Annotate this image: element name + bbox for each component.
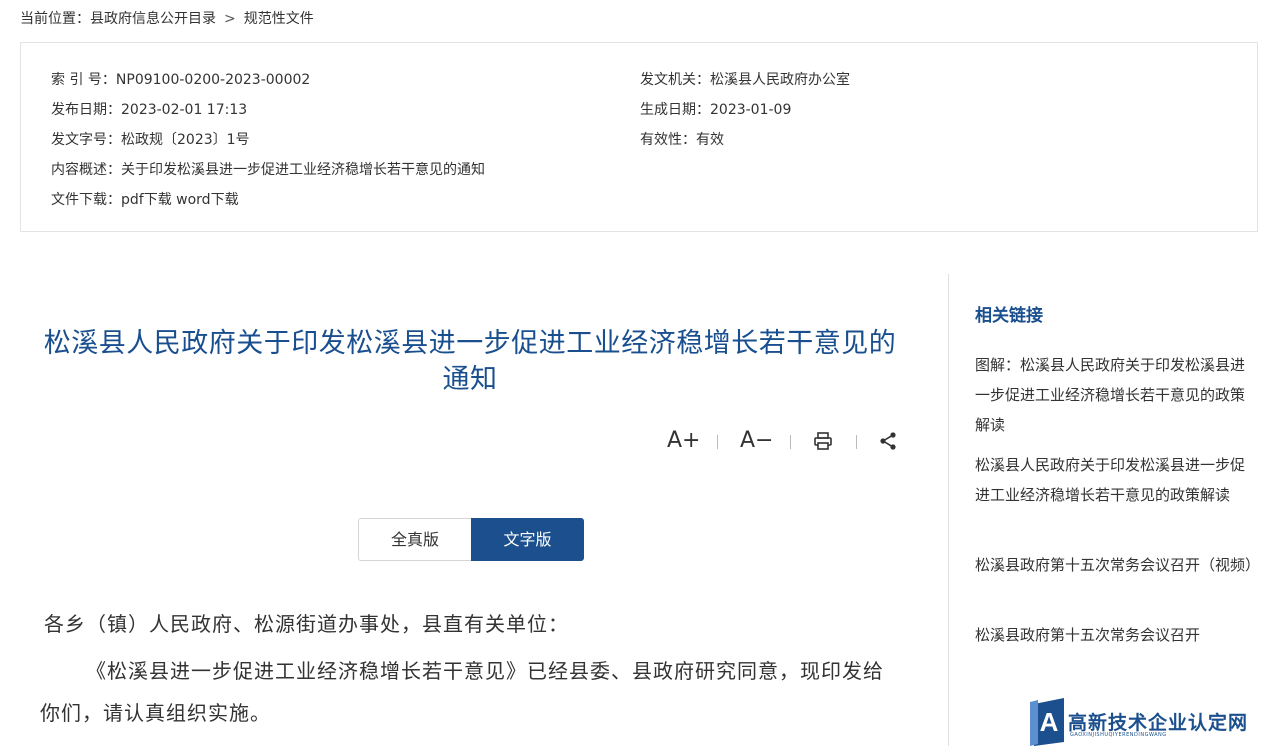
version-toggle: 全真版 文字版 xyxy=(358,518,584,561)
meta-issuer: 发文机关：松溪县人民政府办公室 xyxy=(640,69,850,89)
watermark-subtext: GAOXINJISHUQIYERENDINGWANG xyxy=(1070,732,1167,738)
breadcrumb: 当前位置：县政府信息公开目录 > 规范性文件 xyxy=(20,8,314,28)
meta-doc-number-value: 松政规〔2023〕1号 xyxy=(121,132,250,148)
watermark-logo: A 高新技术企业认定网 GAOXINJISHUQIYERENDINGWANG xyxy=(1030,696,1276,746)
article-title: 松溪县人民政府关于印发松溪县进一步促进工业经济稳增长若干意见的通知 xyxy=(43,328,897,395)
meta-download: 文件下载：pdf下载 word下载 xyxy=(51,189,239,209)
related-link[interactable]: 松溪县政府第十五次常务会议召开 xyxy=(975,620,1253,650)
text-version-button[interactable]: 文字版 xyxy=(471,518,584,561)
font-decrease-button[interactable]: A− xyxy=(740,428,773,453)
meta-index-value: NP09100-0200-2023-00002 xyxy=(115,72,311,88)
related-links-title: 相关链接 xyxy=(975,306,1043,326)
print-button[interactable] xyxy=(813,431,833,457)
meta-index: 索 引 号：NP09100-0200-2023-00002 xyxy=(51,69,310,89)
article-paragraph: 《松溪县进一步促进工业经济稳增长若干意见》已经县委、县政府研究同意，现印发给你们… xyxy=(40,659,884,725)
meta-download-label: 文件下载： xyxy=(51,192,121,208)
meta-create-date: 生成日期：2023-01-09 xyxy=(640,99,791,119)
meta-publish-date-label: 发布日期： xyxy=(51,102,121,118)
meta-validity-label: 有效性： xyxy=(640,132,696,148)
watermark-text: 高新技术企业认定网 xyxy=(1068,712,1249,734)
meta-summary-value: 关于印发松溪县进一步促进工业经济稳增长若干意见的通知 xyxy=(121,162,485,178)
breadcrumb-item-normative-docs[interactable]: 规范性文件 xyxy=(244,11,314,27)
toolbar-divider xyxy=(856,435,857,449)
meta-summary-label: 内容概述： xyxy=(51,162,121,178)
meta-create-date-label: 生成日期： xyxy=(640,102,710,118)
logo-mark-icon: A xyxy=(1030,698,1064,746)
breadcrumb-label: 当前位置： xyxy=(20,11,90,27)
meta-summary: 内容概述：关于印发松溪县进一步促进工业经济稳增长若干意见的通知 xyxy=(51,159,485,179)
meta-index-label: 索 引 号： xyxy=(51,72,116,88)
meta-validity: 有效性：有效 xyxy=(640,129,724,149)
sidebar-divider xyxy=(948,274,949,746)
word-download-link[interactable]: word下载 xyxy=(176,192,238,208)
related-link[interactable]: 松溪县政府第十五次常务会议召开（视频） xyxy=(975,550,1260,580)
breadcrumb-separator: > xyxy=(224,11,236,27)
toolbar-divider xyxy=(717,435,718,449)
full-version-button[interactable]: 全真版 xyxy=(358,518,471,561)
meta-issuer-value: 松溪县人民政府办公室 xyxy=(710,72,850,88)
meta-doc-number: 发文字号：松政规〔2023〕1号 xyxy=(51,129,250,149)
meta-issuer-label: 发文机关： xyxy=(640,72,710,88)
pdf-download-link[interactable]: pdf下载 xyxy=(121,192,172,208)
toolbar-divider xyxy=(790,435,791,449)
related-link[interactable]: 松溪县人民政府关于印发松溪县进一步促进工业经济稳增长若干意见的政策解读 xyxy=(975,450,1253,510)
related-link[interactable]: 图解：松溪县人民政府关于印发松溪县进一步促进工业经济稳增长若干意见的政策解读 xyxy=(975,350,1253,440)
font-increase-button[interactable]: A+ xyxy=(667,428,700,453)
meta-doc-number-label: 发文字号： xyxy=(51,132,121,148)
share-button[interactable] xyxy=(878,431,898,457)
article-salutation: 各乡（镇）人民政府、松源街道办事处，县直有关单位： xyxy=(44,612,569,636)
logo-letter: A xyxy=(1040,707,1059,737)
breadcrumb-item-catalog[interactable]: 县政府信息公开目录 xyxy=(90,11,216,27)
meta-publish-date: 发布日期：2023-02-01 17:13 xyxy=(51,99,247,119)
document-metadata-panel: 索 引 号：NP09100-0200-2023-00002 发文机关：松溪县人民… xyxy=(20,42,1258,232)
meta-validity-value: 有效 xyxy=(696,132,724,148)
meta-publish-date-value: 2023-02-01 17:13 xyxy=(121,102,248,118)
meta-create-date-value: 2023-01-09 xyxy=(710,102,792,118)
share-icon xyxy=(880,432,896,450)
print-icon xyxy=(814,432,832,450)
